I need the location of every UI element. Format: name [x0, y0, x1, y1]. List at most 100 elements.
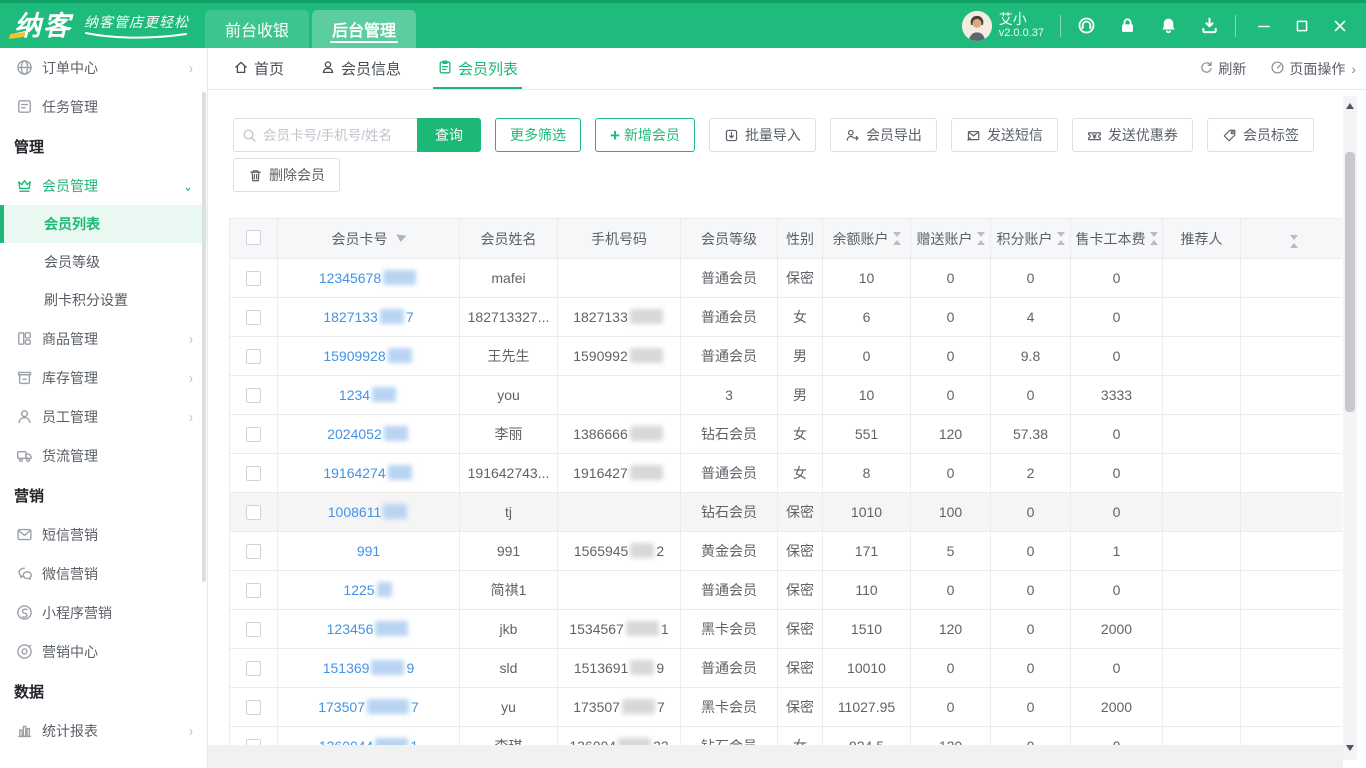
- minimize-icon[interactable]: [1256, 18, 1272, 34]
- download-icon[interactable]: [1200, 16, 1219, 35]
- column-header[interactable]: [1241, 219, 1343, 259]
- search-button[interactable]: 查询: [417, 118, 481, 152]
- sidebar-item[interactable]: 会员管理⌄: [0, 166, 207, 205]
- row-checkbox[interactable]: [246, 544, 261, 559]
- sidebar-subitem[interactable]: 会员等级: [0, 243, 207, 281]
- sort-arrows-icon[interactable]: [893, 232, 901, 245]
- coupon-button[interactable]: 发送优惠券: [1072, 118, 1193, 152]
- refresh-action[interactable]: 刷新: [1199, 59, 1246, 79]
- lock-icon[interactable]: [1118, 16, 1137, 35]
- sidebar-item[interactable]: 营销中心: [0, 632, 207, 671]
- column-header[interactable]: 会员卡号: [278, 219, 460, 259]
- sidebar-item[interactable]: 短信营销: [0, 515, 207, 554]
- member-card-link[interactable]: 13600441: [319, 738, 418, 745]
- row-checkbox[interactable]: [246, 700, 261, 715]
- member-card-link[interactable]: 15909928: [323, 348, 413, 364]
- row-checkbox[interactable]: [246, 310, 261, 325]
- tab[interactable]: 会员列表: [437, 48, 518, 89]
- sort-arrows-icon[interactable]: [977, 232, 985, 245]
- row-checkbox[interactable]: [246, 661, 261, 676]
- row-checkbox[interactable]: [246, 505, 261, 520]
- search-input[interactable]: [263, 128, 409, 143]
- sidebar-item-label: 小程序营销: [42, 603, 193, 623]
- close-icon[interactable]: [1332, 18, 1348, 34]
- top-nav-button-admin[interactable]: 后台管理: [312, 10, 416, 48]
- member-level: 普通会员: [701, 582, 757, 598]
- member-card-link[interactable]: 2024052: [327, 426, 410, 442]
- member-card-link[interactable]: 1513699: [323, 660, 415, 676]
- scroll-down-arrow[interactable]: [1343, 740, 1357, 756]
- sort-arrows-icon[interactable]: [1150, 232, 1158, 245]
- sidebar-section-label: 管理: [0, 126, 207, 166]
- column-header: 会员姓名: [460, 219, 558, 259]
- scrollbar-thumb[interactable]: [1345, 152, 1355, 412]
- goods-icon: [16, 330, 33, 347]
- tag-button[interactable]: 会员标签: [1207, 118, 1314, 152]
- member-card-link[interactable]: 1234: [339, 387, 398, 403]
- sidebar-item[interactable]: 订单中心›: [0, 48, 207, 87]
- row-checkbox[interactable]: [246, 388, 261, 403]
- sidebar-subitem[interactable]: 刷卡积分设置: [0, 281, 207, 319]
- chevron-right-icon: ›: [189, 369, 193, 386]
- gift-account: 120: [939, 426, 962, 442]
- sidebar-item[interactable]: 任务管理: [0, 87, 207, 126]
- avatar[interactable]: [962, 11, 992, 41]
- sidebar-item[interactable]: 统计报表›: [0, 711, 207, 750]
- bell-icon[interactable]: [1159, 16, 1178, 35]
- member-card-link[interactable]: 18271337: [323, 309, 413, 325]
- top-nav-button-cashier[interactable]: 前台收银: [205, 10, 309, 48]
- export-button[interactable]: 会员导出: [830, 118, 937, 152]
- trash-button[interactable]: 删除会员: [233, 158, 340, 192]
- maximize-icon[interactable]: [1294, 18, 1310, 34]
- sort-filter-icon[interactable]: [395, 234, 406, 242]
- customer-service-icon[interactable]: [1077, 16, 1096, 35]
- import-button[interactable]: 批量导入: [709, 118, 816, 152]
- member-card-link[interactable]: 991: [357, 543, 380, 559]
- select-all-checkbox[interactable]: [246, 230, 261, 245]
- member-card-link[interactable]: 1008611: [328, 504, 409, 520]
- row-checkbox[interactable]: [246, 583, 261, 598]
- sidebar-subitem[interactable]: 会员列表: [0, 205, 207, 243]
- column-header[interactable]: 售卡工本费: [1071, 219, 1163, 259]
- send-sms-button[interactable]: 发送短信: [951, 118, 1058, 152]
- sort-arrows-icon[interactable]: [1057, 232, 1065, 245]
- sidebar-scrollbar-thumb[interactable]: [202, 92, 206, 582]
- member-card-link[interactable]: 12345678: [319, 270, 418, 286]
- sidebar-item-label: 商品管理: [42, 329, 189, 349]
- card-fee: 0: [1113, 426, 1121, 442]
- target-icon: [16, 643, 33, 660]
- row-checkbox[interactable]: [246, 271, 261, 286]
- plus-button[interactable]: +新增会员: [595, 118, 695, 152]
- sidebar-item[interactable]: 货流管理: [0, 436, 207, 475]
- row-checkbox[interactable]: [246, 349, 261, 364]
- column-label: 赠送账户: [917, 229, 973, 249]
- column-header[interactable]: 积分账户: [991, 219, 1071, 259]
- row-checkbox[interactable]: [246, 622, 261, 637]
- sidebar-item[interactable]: 小程序营销: [0, 593, 207, 632]
- sidebar-item[interactable]: 员工管理›: [0, 397, 207, 436]
- member-card-link[interactable]: 1225: [343, 582, 393, 598]
- tab[interactable]: 首页: [233, 48, 284, 89]
- member-card-link[interactable]: 123456: [327, 621, 411, 637]
- sidebar-item[interactable]: 商品管理›: [0, 319, 207, 358]
- filter-button[interactable]: 更多筛选: [495, 118, 581, 152]
- column-header[interactable]: 赠送账户: [911, 219, 991, 259]
- gift-account: 0: [947, 582, 955, 598]
- column-header[interactable]: 余额账户: [823, 219, 911, 259]
- home-icon: [233, 59, 249, 79]
- sort-arrows-icon[interactable]: [1290, 235, 1298, 248]
- row-checkbox[interactable]: [246, 466, 261, 481]
- table-row: 12345678mafei普通会员保密10000: [230, 259, 1343, 298]
- balance-account: 110: [855, 582, 877, 598]
- sidebar-item[interactable]: 微信营销: [0, 554, 207, 593]
- gift-account: 120: [939, 621, 962, 637]
- row-checkbox[interactable]: [246, 427, 261, 442]
- member-card-link[interactable]: 1735077: [318, 699, 419, 715]
- scroll-up-arrow[interactable]: [1343, 98, 1357, 114]
- member-name: 李琪: [495, 738, 523, 745]
- app-window: 纳客 纳客管店更轻松 前台收银后台管理 艾小 v2.0.0.37: [0, 0, 1366, 768]
- tab[interactable]: 会员信息: [320, 48, 401, 89]
- sidebar-item[interactable]: 库存管理›: [0, 358, 207, 397]
- gauge-action[interactable]: 页面操作›: [1270, 59, 1356, 79]
- member-card-link[interactable]: 19164274: [323, 465, 413, 481]
